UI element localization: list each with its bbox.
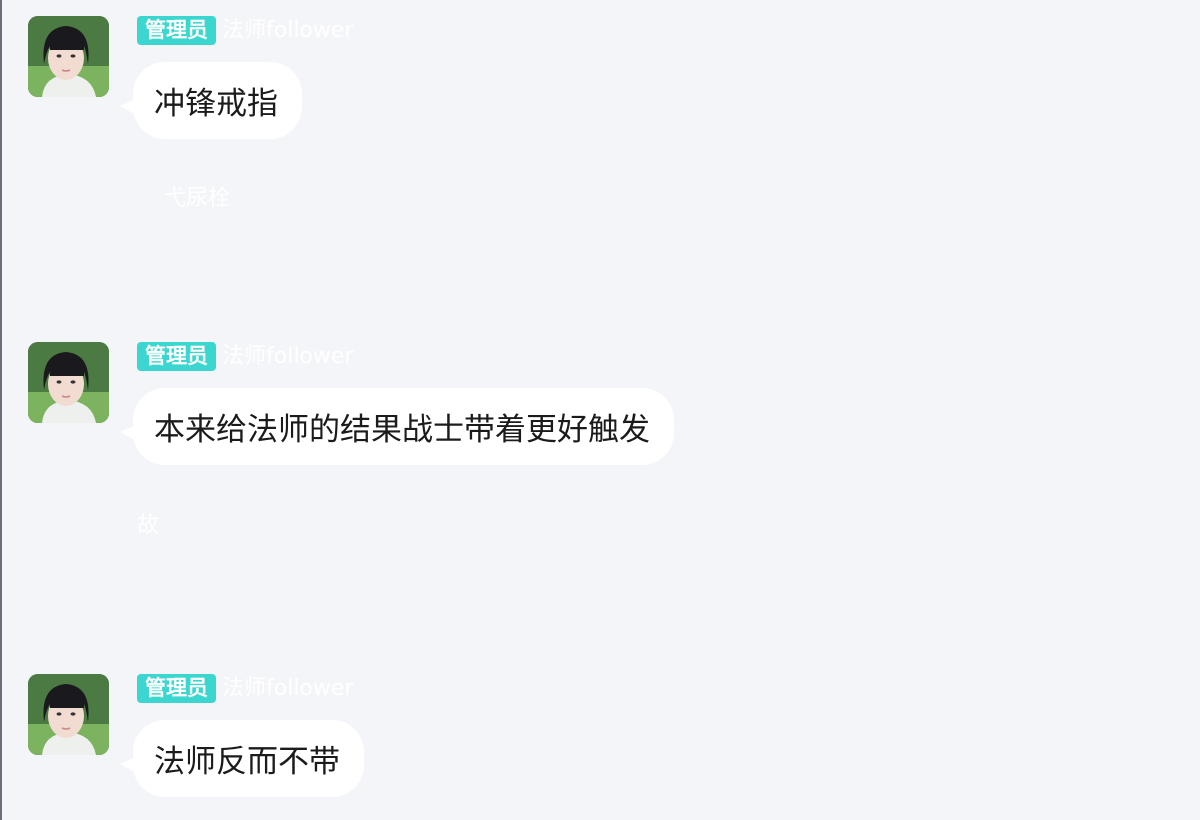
sender-name[interactable]: 法师follower xyxy=(222,16,353,45)
message-meta: 管理员 法师follower xyxy=(137,16,353,45)
avatar[interactable] xyxy=(28,674,109,755)
avatar-portrait-icon xyxy=(28,342,109,423)
message-meta: 管理员 法师follower xyxy=(137,342,353,371)
avatar-portrait-icon xyxy=(28,16,109,97)
admin-badge: 管理员 xyxy=(137,342,216,371)
message-meta: 管理员 法师follower xyxy=(137,674,353,703)
avatar[interactable] xyxy=(28,16,109,97)
admin-badge: 管理员 xyxy=(137,674,216,703)
sender-name[interactable]: 法师follower xyxy=(222,674,353,703)
faint-overlay-text: 故 xyxy=(137,513,160,538)
message-bubble[interactable]: 冲锋戒指 xyxy=(133,62,302,139)
message-bubble[interactable]: 本来给法师的结果战士带着更好触发 xyxy=(133,388,674,465)
faint-overlay-text: 弋尿栓 xyxy=(164,186,231,211)
message-bubble[interactable]: 法师反而不带 xyxy=(133,720,364,797)
sender-name[interactable]: 法师follower xyxy=(222,342,353,371)
avatar-portrait-icon xyxy=(28,674,109,755)
window-left-border xyxy=(0,0,2,820)
admin-badge: 管理员 xyxy=(137,16,216,45)
avatar[interactable] xyxy=(28,342,109,423)
